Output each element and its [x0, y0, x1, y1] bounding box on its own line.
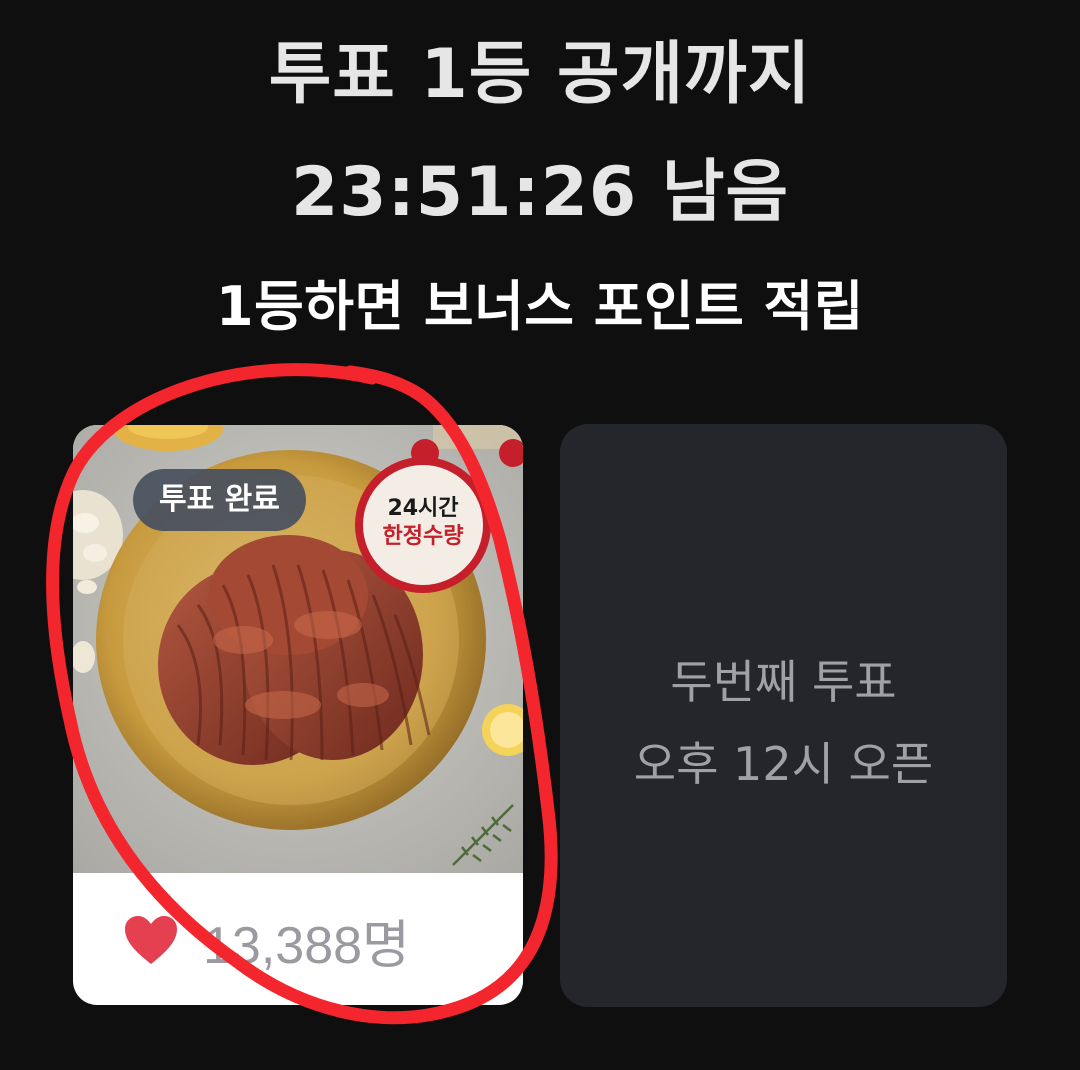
heart-icon[interactable] — [123, 914, 179, 966]
bonus-subtitle: 1등하면 보너스 포인트 적립 — [216, 275, 864, 338]
vote-card-voted[interactable]: 24시간 한정수량 투표 완료 13,388명 — [73, 425, 523, 1005]
badge-line2: 한정수량 — [383, 524, 464, 549]
likes-row: 13,388명 — [123, 905, 410, 975]
vote-complete-badge: 투표 완료 — [133, 469, 306, 531]
countdown-timer: 23:51:26 남음 — [290, 153, 790, 232]
page-title: 투표 1등 공개까지 — [268, 35, 812, 114]
locked-card-line2: 오후 12시 오픈 — [633, 737, 934, 791]
vote-card-locked: 두번째 투표 오후 12시 오픈 — [560, 424, 1007, 1007]
locked-card-line1: 두번째 투표 — [670, 655, 897, 709]
badge-line1: 24시간 — [387, 496, 458, 521]
likes-count: 13,388명 — [203, 916, 410, 975]
